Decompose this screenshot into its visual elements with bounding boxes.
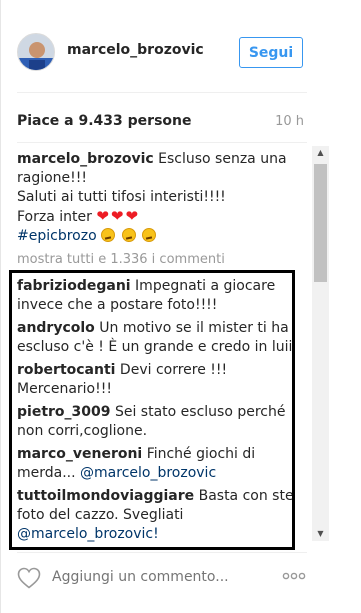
follow-button[interactable]: Segui — [239, 37, 303, 68]
comment-item: robertocanti Devi correre !!! Mercenario… — [17, 361, 307, 399]
caption-line-2: Saluti ai tutti tifosi interisti!!!! — [17, 189, 226, 205]
comment-mention-link[interactable]: @marcelo_brozovic — [80, 465, 216, 481]
divider — [17, 92, 307, 93]
confused-face-icon — [142, 228, 156, 242]
comment-mention-link[interactable]: @marcelo_brozovic! — [17, 526, 159, 542]
hearts-emoji: ❤❤❤ — [96, 207, 141, 225]
instagram-post-panel: marcelo_brozovic Segui Piace a 9.433 per… — [0, 0, 361, 613]
comment-username[interactable]: fabriziodegani — [17, 278, 131, 294]
comments-list: marcelo_brozovic Escluso senza una ragio… — [17, 150, 307, 548]
add-comment-input[interactable] — [52, 569, 252, 585]
comment-username[interactable]: tuttoilmondoviaggiare — [17, 488, 194, 504]
confused-face-icon — [101, 228, 116, 242]
comment-item: andrycolo Un motivo se il mister ti ha e… — [17, 319, 307, 357]
post-header: marcelo_brozovic Segui — [0, 0, 330, 90]
comment-username[interactable]: pietro_3009 — [17, 404, 111, 420]
avatar[interactable] — [17, 33, 55, 71]
divider — [17, 142, 307, 143]
heart-icon[interactable] — [17, 567, 41, 589]
post-username[interactable]: marcelo_brozovic — [67, 42, 204, 58]
confused-face-icon — [121, 228, 136, 242]
comment-username[interactable]: andrycolo — [17, 320, 95, 336]
scroll-down-arrow-icon[interactable]: ▼ — [312, 527, 329, 541]
avatar-image — [18, 34, 54, 70]
comments-scrollbar[interactable]: ▲ ▼ — [312, 146, 329, 541]
comment-item: pietro_3009 Sei stato escluso perché non… — [17, 403, 307, 441]
comment-item: tuttoilmondoviaggiare Basta con ste foto… — [17, 487, 307, 544]
post-timestamp[interactable]: 10 h — [275, 114, 304, 129]
divider — [17, 552, 307, 553]
comment-username[interactable]: robertocanti — [17, 362, 115, 378]
scroll-up-arrow-icon[interactable]: ▲ — [312, 146, 329, 160]
caption: marcelo_brozovic Escluso senza una ragio… — [17, 150, 307, 246]
panel-left-border — [0, 0, 1, 613]
caption-line-3: Forza inter — [17, 209, 92, 225]
confused-face-emojis — [101, 228, 156, 244]
comment-item: fabriziodegani Impegnati a giocare invec… — [17, 277, 307, 315]
caption-username[interactable]: marcelo_brozovic — [17, 151, 154, 167]
show-all-comments-link[interactable]: mostra tutti e 1.336 i commenti — [17, 250, 307, 269]
likes-count[interactable]: Piace a 9.433 persone — [17, 113, 192, 129]
scrollbar-thumb[interactable] — [314, 164, 327, 282]
hashtag-link[interactable]: #epicbrozo — [17, 228, 97, 244]
comment-username[interactable]: marco_veneroni — [17, 446, 142, 462]
more-options-icon[interactable] — [282, 571, 306, 581]
comment-item: marco_veneroni Finché giochi di merda...… — [17, 445, 307, 483]
